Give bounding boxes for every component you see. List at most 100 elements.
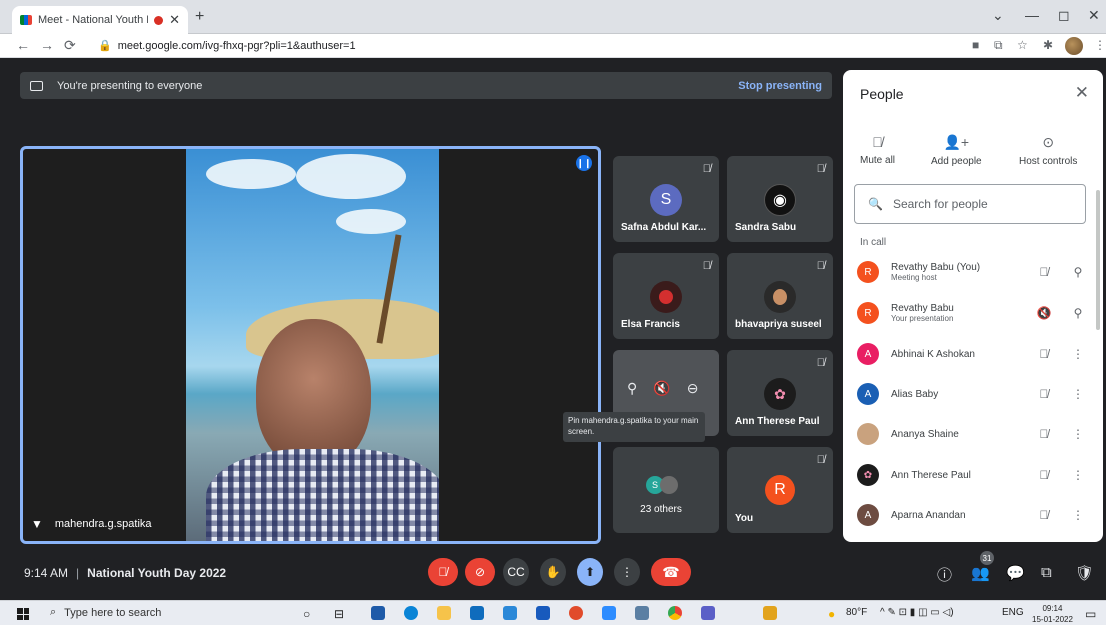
people-icon[interactable]: 👥 bbox=[971, 564, 990, 582]
mute-all-button[interactable]: 🎙̸ Mute all bbox=[860, 134, 895, 166]
others-label: 23 others bbox=[640, 504, 682, 515]
maximize-button[interactable]: ◻ bbox=[1058, 7, 1070, 24]
captions-button[interactable]: CC bbox=[503, 558, 529, 586]
taskbar-clock[interactable]: 09:14 15-01-2022 bbox=[1032, 603, 1073, 625]
mic-off-icon[interactable]: 🎙̸ bbox=[1031, 387, 1057, 401]
raise-hand-button[interactable]: ✋ bbox=[540, 558, 566, 586]
file-explorer-icon[interactable] bbox=[437, 606, 451, 620]
menu-kebab-icon[interactable]: ⋮ bbox=[1094, 38, 1106, 52]
mic-off-icon[interactable]: 🎙̸ bbox=[1031, 427, 1057, 441]
speaker-off-icon[interactable]: 🔇 bbox=[1031, 306, 1057, 320]
camera-indicator-icon[interactable]: ■ bbox=[972, 38, 979, 52]
pin-icon[interactable]: ⚲ bbox=[1067, 265, 1089, 279]
main-speaker-name: mahendra.g.spatika bbox=[54, 518, 152, 530]
store-icon[interactable] bbox=[371, 606, 385, 620]
pin-icon[interactable]: ⚲ bbox=[1067, 306, 1089, 320]
panel-scrollbar[interactable] bbox=[1096, 190, 1100, 330]
people-list-item[interactable]: A Aparna Anandan 🎙̸ ⋮ bbox=[857, 499, 1089, 531]
panel-close-icon[interactable]: ✕ bbox=[1075, 83, 1089, 103]
taskbar-search[interactable]: ⌕ Type here to search bbox=[50, 606, 161, 619]
participant-tile[interactable]: 🎙̸ S Safna Abdul Kar... bbox=[613, 156, 719, 242]
bookmark-star-icon[interactable]: ☆ bbox=[1017, 38, 1028, 52]
meeting-details-icon[interactable]: ⓘ bbox=[937, 564, 952, 585]
tab-close-icon[interactable]: ✕ bbox=[169, 12, 180, 28]
pin-icon[interactable]: ▼ bbox=[31, 517, 43, 531]
people-list-item[interactable]: R Revathy Babu (You) Meeting host 🎙̸ ⚲ bbox=[857, 256, 1089, 288]
in-call-heading: In call bbox=[860, 237, 887, 248]
others-tile[interactable]: S 23 others bbox=[613, 447, 719, 533]
more-options-icon[interactable]: ⋮ bbox=[1067, 347, 1089, 361]
zoom-icon[interactable] bbox=[602, 606, 616, 620]
participant-tile[interactable]: 🎙̸ Elsa Francis bbox=[613, 253, 719, 339]
word-icon[interactable] bbox=[536, 606, 550, 620]
host-controls-icon[interactable]: 🛡 bbox=[1075, 564, 1094, 582]
extensions-icon[interactable]: ✱ bbox=[1043, 38, 1053, 52]
host-controls-button[interactable]: ⊙ Host controls bbox=[1019, 134, 1077, 167]
more-options-icon[interactable]: ⋮ bbox=[1067, 387, 1089, 401]
participant-tile[interactable]: 🎙̸ ✿ Ann Therese Paul bbox=[727, 350, 833, 436]
language-indicator[interactable]: ENG bbox=[1002, 607, 1024, 618]
main-speaker-tile[interactable]: ❙❙ ▼ mahendra.g.spatika bbox=[20, 146, 601, 544]
more-options-button[interactable]: ⋮ bbox=[614, 558, 640, 586]
app-icon[interactable] bbox=[635, 606, 649, 620]
more-options-icon[interactable]: ⋮ bbox=[1067, 427, 1089, 441]
stop-presenting-button[interactable]: Stop presenting bbox=[738, 80, 822, 92]
teams-icon[interactable] bbox=[701, 606, 715, 620]
participant-tile[interactable]: 🎙̸ ◉ Sandra Sabu bbox=[727, 156, 833, 242]
back-icon[interactable]: ← bbox=[16, 37, 30, 53]
add-people-button[interactable]: 👤+ Add people bbox=[931, 134, 982, 167]
profile-avatar[interactable] bbox=[1065, 37, 1083, 55]
share-icon[interactable]: ⧉ bbox=[994, 38, 1003, 53]
close-window-button[interactable]: ✕ bbox=[1088, 7, 1100, 24]
you-tile[interactable]: 🎙̸ R You bbox=[727, 447, 833, 533]
reload-icon[interactable]: ⟳ bbox=[64, 37, 76, 54]
notifications-icon[interactable]: ▭ bbox=[1085, 607, 1096, 621]
mic-toggle-button[interactable]: 🎙̸ bbox=[428, 558, 458, 586]
avatar: ✿ bbox=[857, 464, 879, 486]
forward-icon[interactable]: → bbox=[40, 37, 54, 53]
tab-search-icon[interactable]: ⌄ bbox=[992, 7, 1004, 24]
add-people-label: Add people bbox=[931, 156, 982, 167]
people-list-item[interactable]: A Abhinai K Ashokan 🎙̸ ⋮ bbox=[857, 338, 1089, 370]
chat-icon[interactable]: 💬 bbox=[1006, 564, 1025, 582]
meeting-time: 9:14 AM bbox=[24, 566, 69, 580]
mic-off-icon[interactable]: 🎙̸ bbox=[1031, 468, 1057, 482]
tray-icons[interactable]: ^ ✎ ⊡ ▮ ◫ ▭ ◁) bbox=[880, 607, 954, 618]
mute-speaker-icon[interactable]: 🔇 bbox=[653, 380, 670, 397]
chrome-icon[interactable] bbox=[668, 606, 682, 620]
task-view-icon[interactable]: ⊟ bbox=[334, 607, 344, 621]
mic-off-icon[interactable]: 🎙̸ bbox=[1031, 508, 1057, 522]
people-list-item[interactable]: R Revathy Babu Your presentation 🔇 ⚲ bbox=[857, 297, 1089, 329]
leave-call-button[interactable]: ☎ bbox=[651, 558, 691, 586]
people-list-item[interactable]: ✿ Ann Therese Paul 🎙̸ ⋮ bbox=[857, 459, 1089, 491]
mail-icon[interactable] bbox=[470, 606, 484, 620]
powerpoint-icon[interactable] bbox=[569, 606, 583, 620]
avatar: A bbox=[857, 383, 879, 405]
new-tab-button[interactable]: + bbox=[195, 8, 204, 26]
browser-tab-meet[interactable]: Meet - National Youth Day 2 ✕ bbox=[12, 6, 188, 34]
mic-off-icon: 🎙̸ bbox=[816, 163, 825, 175]
minimize-button[interactable]: — bbox=[1025, 7, 1039, 23]
present-button[interactable]: ⬆ bbox=[577, 558, 603, 586]
person-name: Ann Therese Paul bbox=[891, 469, 971, 481]
pin-icon[interactable]: ⚲ bbox=[627, 380, 637, 397]
app-icon[interactable] bbox=[503, 606, 517, 620]
more-options-icon[interactable]: ⋮ bbox=[1067, 508, 1089, 522]
mic-off-icon[interactable]: 🎙̸ bbox=[1031, 347, 1057, 361]
remove-icon[interactable]: ⊖ bbox=[687, 380, 699, 397]
people-list-item[interactable]: Ananya Shaine 🎙̸ ⋮ bbox=[857, 418, 1089, 450]
participant-tile[interactable]: 🎙̸ bhavapriya suseel bbox=[727, 253, 833, 339]
people-search-input[interactable]: 🔍 Search for people bbox=[854, 184, 1086, 224]
winword-icon[interactable] bbox=[763, 606, 777, 620]
windows-start-icon[interactable] bbox=[17, 608, 29, 620]
people-list-item[interactable]: A Alias Baby 🎙̸ ⋮ bbox=[857, 378, 1089, 410]
cortana-icon[interactable]: ○ bbox=[303, 607, 310, 621]
mic-off-icon[interactable]: 🎙̸ bbox=[1031, 265, 1057, 279]
more-options-icon[interactable]: ⋮ bbox=[1067, 468, 1089, 482]
camera-toggle-button[interactable]: ⊘ bbox=[465, 558, 495, 586]
mic-off-icon: 🎙̸ bbox=[816, 454, 825, 466]
url-field[interactable]: 🔒 meet.google.com/ivg-fhxq-pgr?pli=1&auth… bbox=[98, 39, 356, 52]
activities-icon[interactable]: ⧉ bbox=[1041, 564, 1052, 581]
edge-icon[interactable] bbox=[404, 606, 418, 620]
mic-off-icon: 🎙̸ bbox=[816, 260, 825, 272]
